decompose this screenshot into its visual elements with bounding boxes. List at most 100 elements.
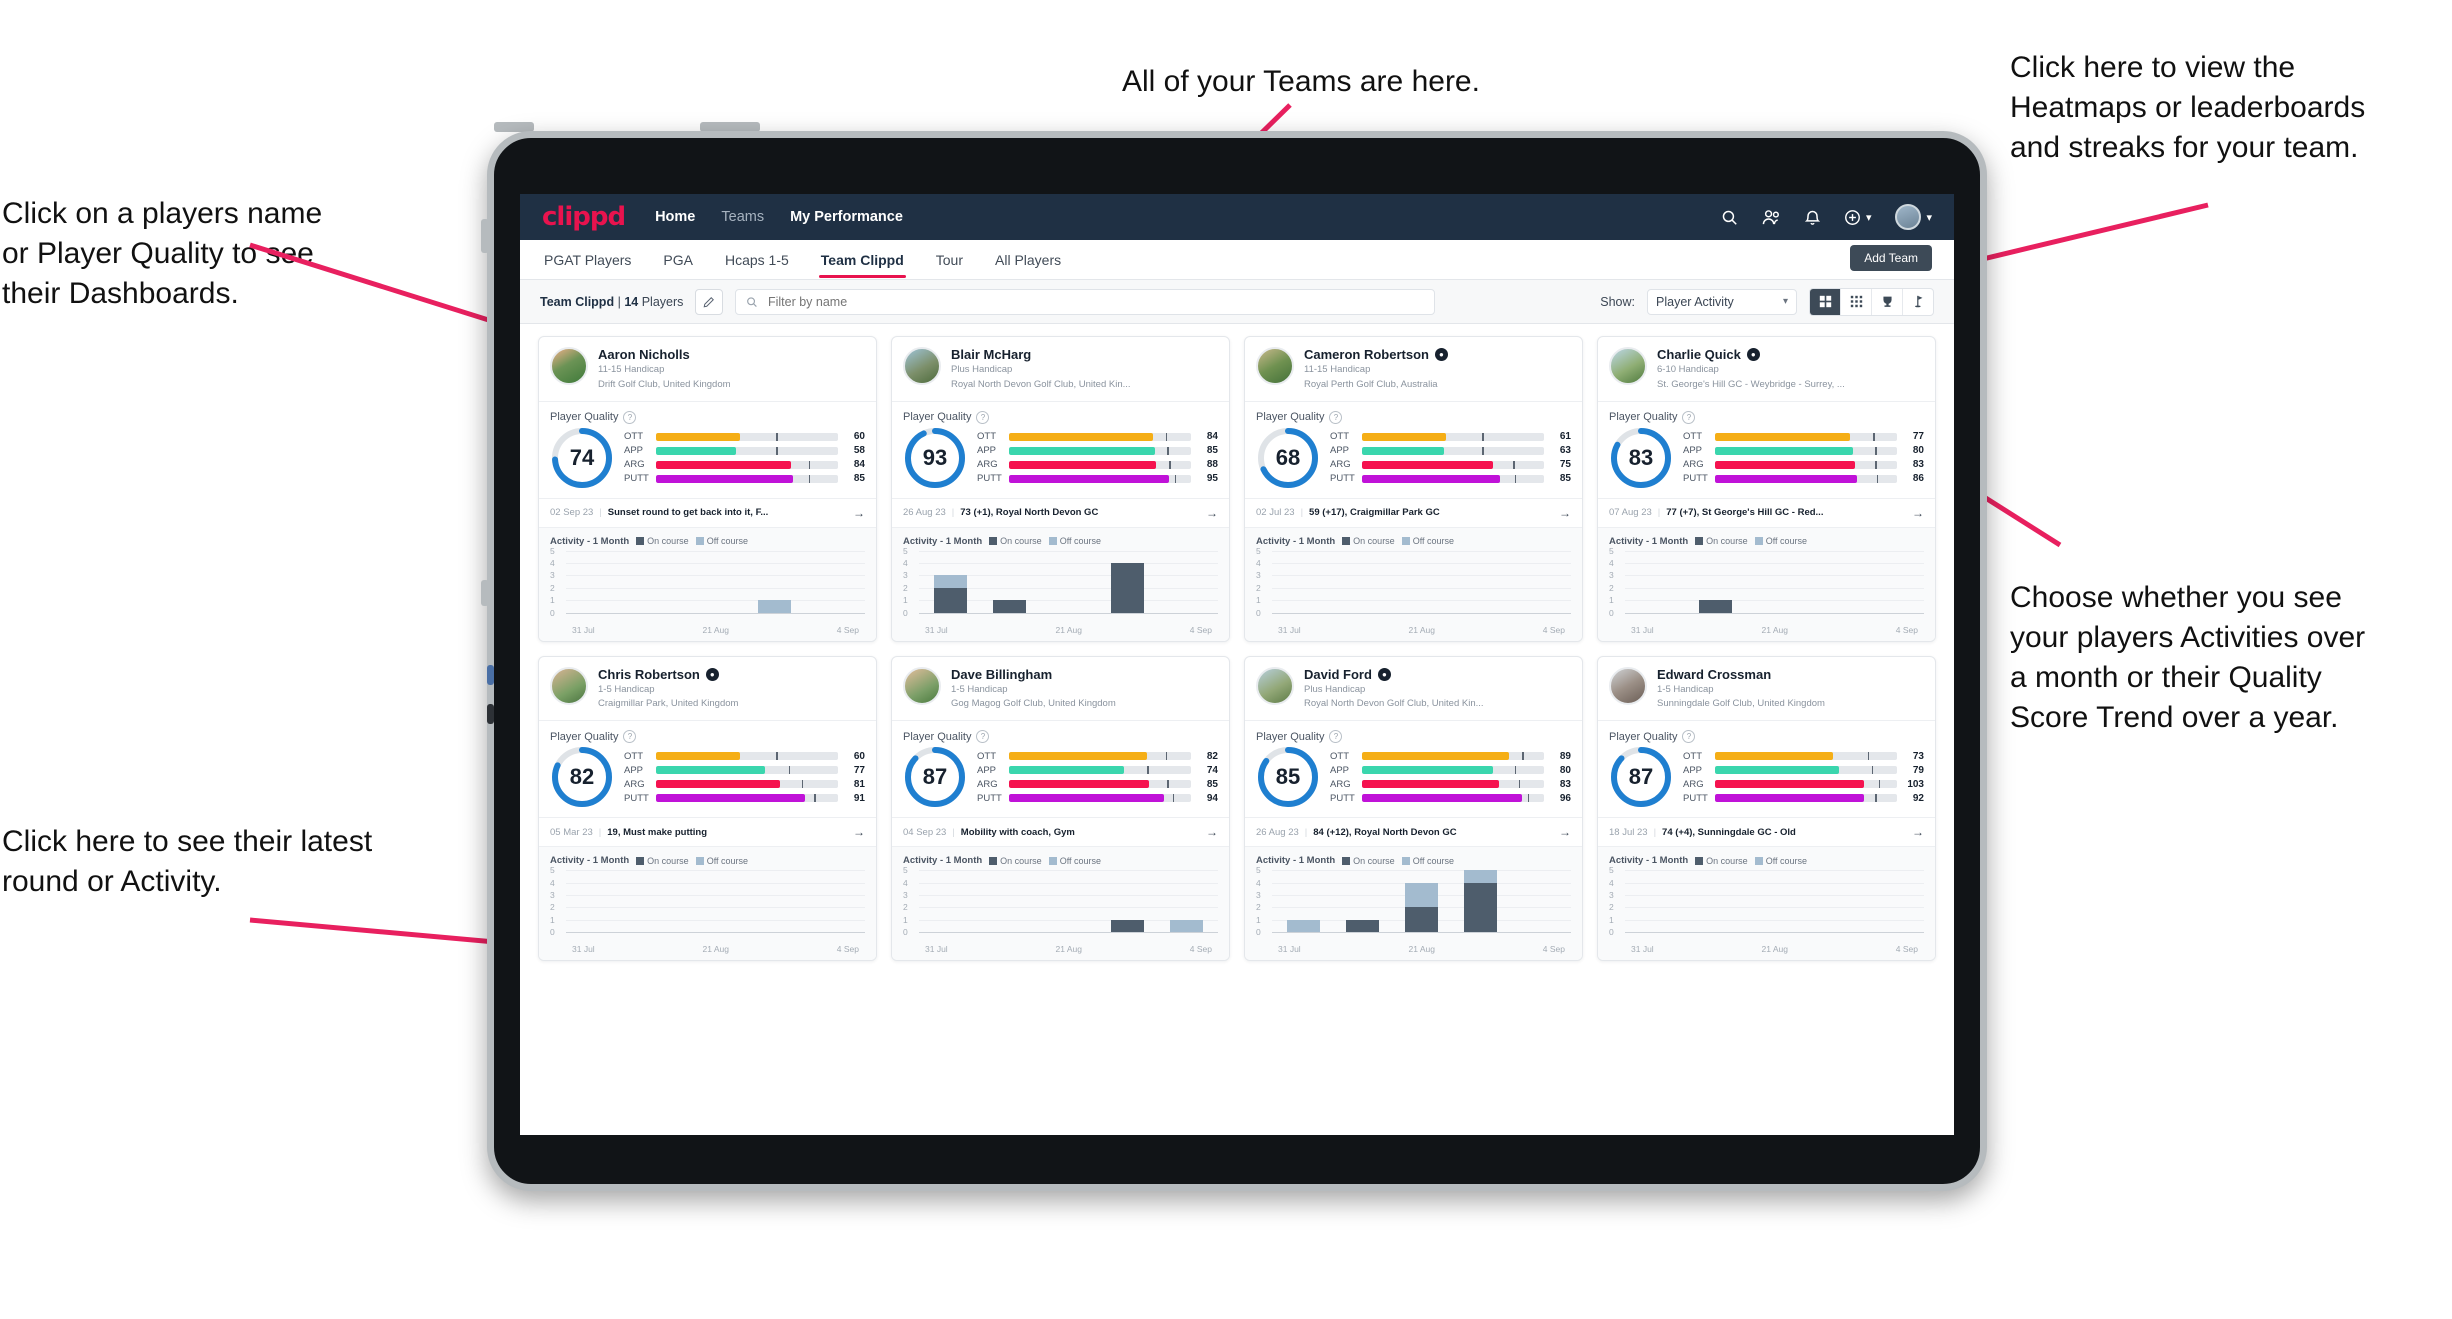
tab-all-players[interactable]: All Players [993, 242, 1063, 278]
nav-home[interactable]: Home [655, 209, 695, 225]
metric-row: PUTT 85 [624, 473, 865, 484]
player-card[interactable]: David Ford ● Plus Handicap Royal North Devo… [1244, 655, 1583, 962]
player-card-header[interactable]: Blair McHarg Plus Handicap Royal North Dev… [892, 337, 1229, 402]
player-name[interactable]: David Ford [1304, 667, 1372, 682]
metric-label: ARG [977, 459, 998, 471]
tab-hcaps-1-5[interactable]: Hcaps 1-5 [723, 242, 791, 278]
activity-bar [1286, 919, 1320, 933]
player-quality-section[interactable]: Player Quality? 74 OTT 60 APP 58 ARG 84 PUTT 85 [539, 402, 876, 499]
edit-team-button[interactable] [695, 288, 724, 315]
player-quality-section[interactable]: Player Quality? 87 OTT 73 APP 79 ARG 103 PUTT 92 [1598, 721, 1935, 819]
players-word: Players [641, 294, 684, 309]
arrow-right-icon[interactable]: → [1912, 506, 1924, 520]
player-card[interactable]: Edward Crossman 1-5 Handicap Sunningdale G… [1597, 655, 1936, 962]
latest-activity-row[interactable]: 02 Jul 23 | 59 (+17), Craigmillar Park GC → [1245, 498, 1582, 528]
add-circle-icon[interactable]: ▾ [1844, 209, 1871, 226]
nav-my-performance[interactable]: My Performance [790, 209, 903, 225]
people-icon[interactable] [1762, 209, 1781, 226]
metric-value: 79 [1912, 764, 1924, 776]
player-name[interactable]: Edward Crossman [1657, 667, 1771, 682]
player-card[interactable]: Chris Robertson ● 1-5 Handicap Craigmillar … [538, 655, 877, 962]
player-card[interactable]: Charlie Quick ● 6-10 Handicap St. George's … [1597, 336, 1936, 642]
player-card-header[interactable]: Chris Robertson ● 1-5 Handicap Craigmillar … [539, 657, 876, 722]
metric-value: 80 [1559, 764, 1571, 776]
player-name[interactable]: Dave Billingham [951, 667, 1052, 682]
arrow-right-icon[interactable]: → [853, 825, 865, 839]
activity-bars [921, 551, 1216, 613]
player-name[interactable]: Charlie Quick [1657, 347, 1741, 362]
arrow-right-icon[interactable]: → [1206, 825, 1218, 839]
player-quality-section[interactable]: Player Quality? 85 OTT 89 APP 80 ARG 83 PUTT 96 [1245, 721, 1582, 819]
player-card-header[interactable]: Dave Billingham 1-5 Handicap Gog Magog Gol… [892, 657, 1229, 722]
help-icon[interactable]: ? [1682, 730, 1696, 744]
activity-chart-section: Activity - 1 Month On course Off course 5 4 3… [1598, 847, 1935, 961]
player-name[interactable]: Cameron Robertson [1304, 347, 1429, 362]
player-card-header[interactable]: Aaron Nicholls 11-15 Handicap Drift Golf C… [539, 337, 876, 402]
arrow-right-icon[interactable]: → [1559, 506, 1571, 520]
latest-activity-row[interactable]: 26 Aug 23 | 84 (+12), Royal North Devon GC… [1245, 818, 1582, 848]
player-name[interactable]: Aaron Nicholls [598, 347, 690, 362]
latest-activity-row[interactable]: 02 Sep 23 | Sunset round to get back into … [539, 498, 876, 528]
metric-row: APP 74 [977, 765, 1218, 776]
help-icon[interactable]: ? [1329, 410, 1343, 424]
latest-activity-row[interactable]: 18 Jul 23 | 74 (+4), Sunningdale GC - Old → [1598, 818, 1935, 848]
arrow-right-icon[interactable]: → [1912, 825, 1924, 839]
player-quality-section[interactable]: Player Quality? 93 OTT 84 APP 85 ARG 88 PUTT 95 [892, 402, 1229, 499]
latest-activity-row[interactable]: 04 Sep 23 | Mobility with coach, Gym → [892, 818, 1229, 848]
add-team-button[interactable]: Add Team [1850, 245, 1932, 271]
player-card[interactable]: Dave Billingham 1-5 Handicap Gog Magog Gol… [891, 655, 1230, 962]
latest-activity-row[interactable]: 07 Aug 23 | 77 (+7), St George's Hill GC -… [1598, 498, 1935, 528]
view-grid-small-button[interactable] [1841, 288, 1872, 315]
player-card-header[interactable]: Edward Crossman 1-5 Handicap Sunningdale G… [1598, 657, 1935, 722]
tab-team-clippd[interactable]: Team Clippd [818, 242, 906, 278]
player-card-header[interactable]: Cameron Robertson ● 11-15 Handicap Royal Pe… [1245, 337, 1582, 402]
search-icon[interactable] [1721, 209, 1738, 226]
tab-pgat-players[interactable]: PGAT Players [542, 242, 633, 278]
nav-teams[interactable]: Teams [721, 209, 764, 225]
player-quality-section[interactable]: Player Quality? 82 OTT 60 APP 77 ARG 81 PUTT 91 [539, 721, 876, 819]
y-axis-tick: 4 [903, 558, 908, 569]
view-grid-large-button[interactable] [1810, 288, 1841, 315]
help-icon[interactable]: ? [976, 730, 990, 744]
bell-icon[interactable] [1804, 209, 1820, 226]
help-icon[interactable]: ? [623, 730, 637, 744]
help-icon[interactable]: ? [623, 410, 637, 424]
help-icon[interactable]: ? [976, 410, 990, 424]
arrow-right-icon[interactable]: → [853, 506, 865, 520]
view-course-button[interactable] [1903, 289, 1933, 315]
search-input[interactable] [765, 293, 1425, 310]
player-name[interactable]: Chris Robertson [598, 667, 700, 682]
player-card-header[interactable]: David Ford ● Plus Handicap Royal North Devo… [1245, 657, 1582, 722]
y-axis-tick: 4 [1256, 877, 1261, 888]
user-menu[interactable]: ▾ [1895, 204, 1932, 230]
player-quality-section[interactable]: Player Quality? 87 OTT 82 APP 74 ARG 85 PUTT 94 [892, 721, 1229, 819]
view-leaderboard-button[interactable] [1872, 288, 1903, 315]
player-quality-title: Player Quality? [550, 730, 865, 744]
help-icon[interactable]: ? [1682, 410, 1696, 424]
arrow-right-icon[interactable]: → [1559, 825, 1571, 839]
latest-activity-row[interactable]: 05 Mar 23 | 19, Must make putting → [539, 818, 876, 848]
metric-label: APP [1330, 764, 1350, 776]
player-card[interactable]: Aaron Nicholls 11-15 Handicap Drift Golf C… [538, 336, 877, 642]
legend-on-course: On course [636, 856, 689, 866]
y-axis-tick: 2 [550, 902, 555, 913]
player-card[interactable]: Blair McHarg Plus Handicap Royal North Dev… [891, 336, 1230, 642]
player-quality-section[interactable]: Player Quality? 68 OTT 61 APP 63 ARG 75 PUTT 85 [1245, 402, 1582, 499]
help-icon[interactable]: ? [1329, 730, 1343, 744]
arrow-right-icon[interactable]: → [1206, 506, 1218, 520]
player-quality-section[interactable]: Player Quality? 83 OTT 77 APP 80 ARG 83 PUTT 86 [1598, 402, 1935, 499]
player-card[interactable]: Cameron Robertson ● 11-15 Handicap Royal Pe… [1244, 336, 1583, 642]
y-axis-tick: 1 [903, 595, 908, 606]
search-field-wrapper[interactable] [735, 288, 1436, 315]
player-handicap: 11-15 Handicap [1304, 364, 1371, 375]
tab-tour[interactable]: Tour [934, 242, 965, 278]
clippd-logo[interactable]: clippd [542, 202, 626, 232]
y-axis-tick: 2 [1256, 902, 1261, 913]
show-select[interactable]: Player Activity ▾ [1647, 288, 1797, 315]
y-axis-tick: 5 [1609, 865, 1614, 876]
latest-activity-row[interactable]: 26 Aug 23 | 73 (+1), Royal North Devon GC → [892, 498, 1229, 528]
player-name[interactable]: Blair McHarg [951, 347, 1031, 362]
legend-swatch-off [1048, 856, 1057, 865]
player-card-header[interactable]: Charlie Quick ● 6-10 Handicap St. George's … [1598, 337, 1935, 402]
tab-pga[interactable]: PGA [661, 242, 695, 278]
